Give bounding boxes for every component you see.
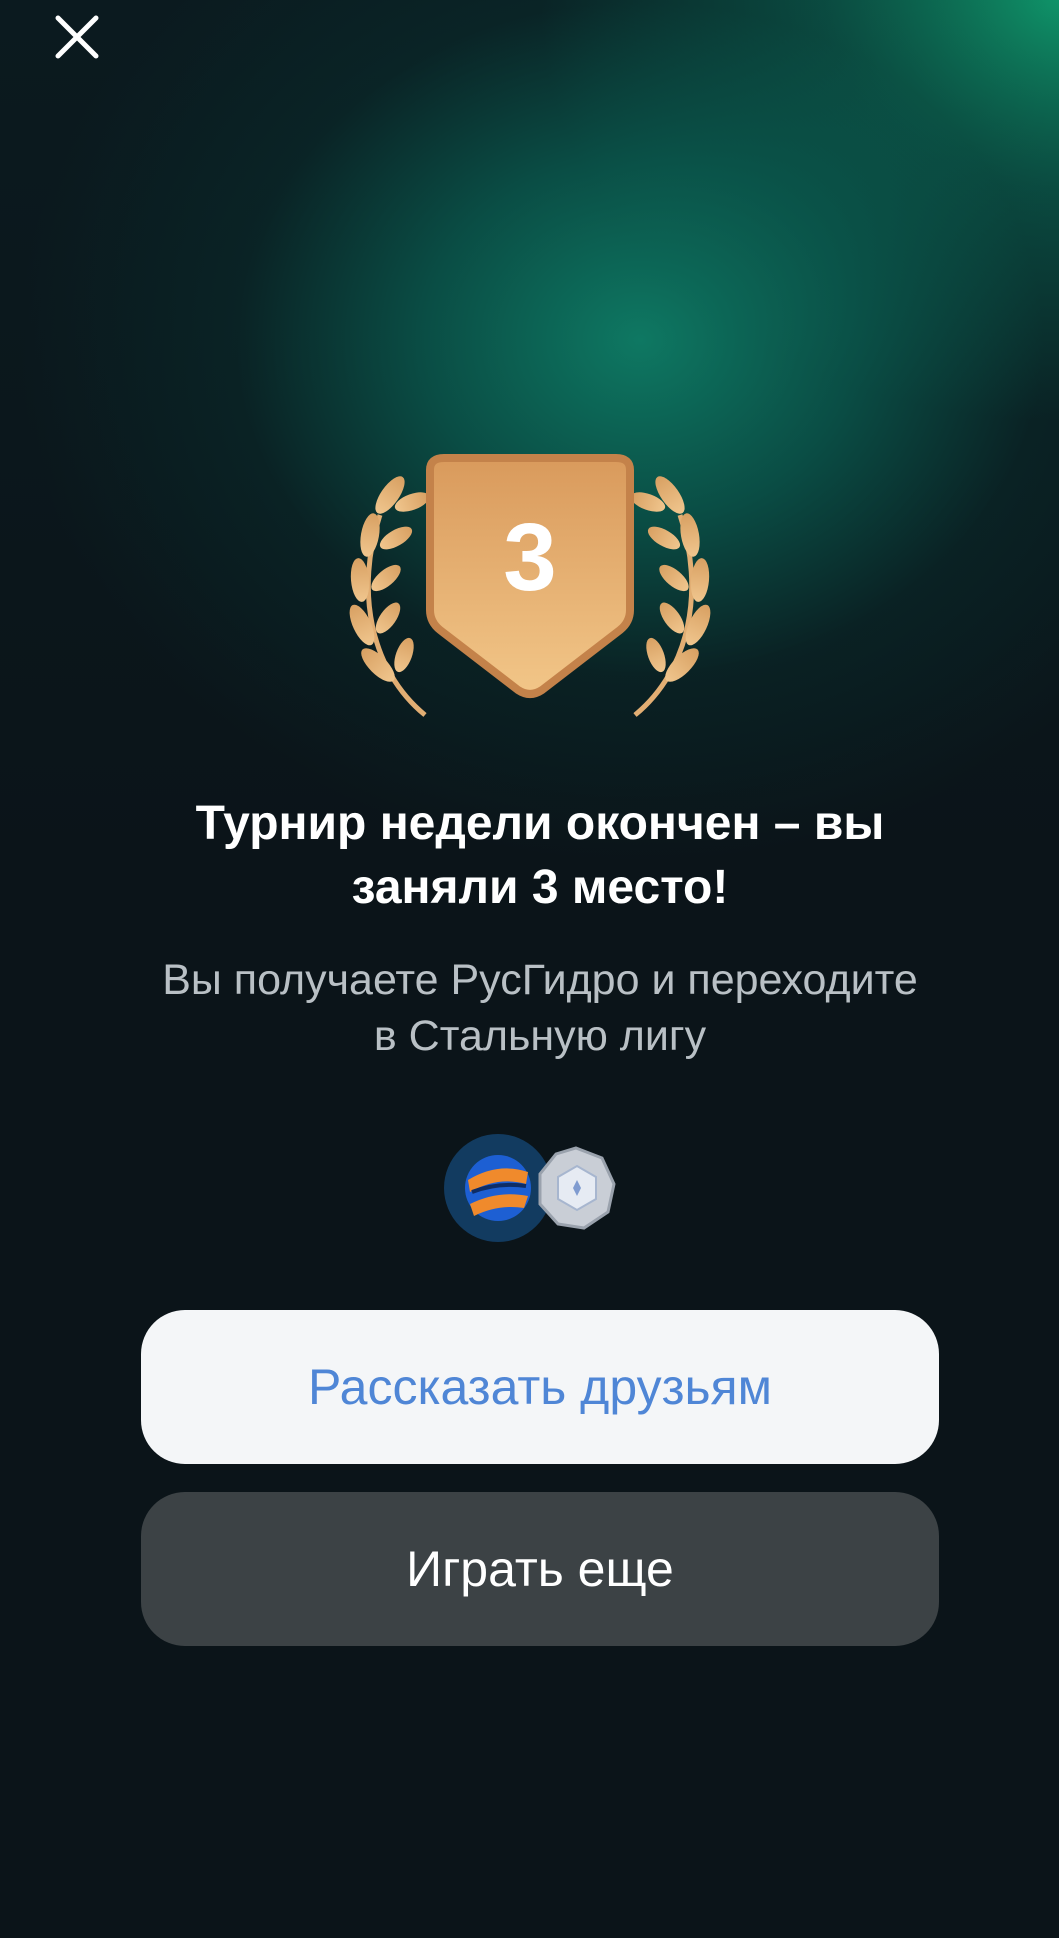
play-again-button[interactable]: Играть еще bbox=[141, 1492, 939, 1646]
place-number: 3 bbox=[503, 504, 556, 611]
result-title: Турнир недели окончен – вы заняли 3 мест… bbox=[195, 797, 885, 914]
place-award: 3 bbox=[320, 440, 740, 730]
close-icon bbox=[55, 15, 99, 59]
reward-icons bbox=[442, 1132, 622, 1244]
steel-league-badge-icon bbox=[538, 1146, 616, 1230]
rushydro-logo-icon bbox=[444, 1134, 552, 1242]
laurel-medal-icon: 3 bbox=[349, 454, 711, 717]
result-subtitle: Вы получаете РусГидро и переходите в Ста… bbox=[162, 956, 918, 1060]
share-with-friends-button[interactable]: Рассказать друзьям bbox=[141, 1310, 939, 1464]
close-button[interactable] bbox=[48, 8, 106, 66]
tournament-result-screen: 3 Турнир недели окончен – вы заняли 3 ме… bbox=[0, 0, 1059, 1938]
